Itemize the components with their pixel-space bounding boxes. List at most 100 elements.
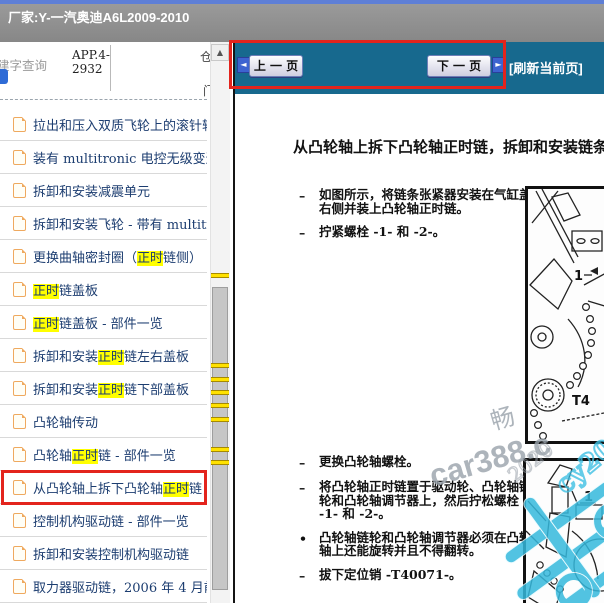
figure-timing-chain-detail: 1 <box>523 458 604 603</box>
sidebar-item[interactable]: 正时链盖板 <box>0 273 207 306</box>
sidebar-item[interactable]: 凸轮轴正时链 - 部件一览 <box>0 438 207 471</box>
refresh-current-page-link[interactable]: [刷新当前页] <box>509 58 583 77</box>
sidebar-item[interactable]: 正时链盖板 - 部件一览 <box>0 306 207 339</box>
search-hit-mark <box>211 447 229 452</box>
sidebar-item[interactable]: 拆卸和安装正时链左右盖板 <box>0 339 207 372</box>
watermark-text: 畅 <box>487 402 519 436</box>
highlighted-keyword: 正时 <box>72 448 99 464</box>
document-icon <box>13 182 26 198</box>
title-bar: 厂家:Y-一汽奥迪A6L2009-2010 <box>0 4 604 42</box>
sidebar-item[interactable]: 拆卸和安装减震单元 <box>0 174 207 207</box>
sidebar-item[interactable]: 拉出和压入双质飞轮上的滚针轴 <box>0 108 207 141</box>
sidebar-item-label: 控制机构驱动链 - 部件一览 <box>33 514 189 530</box>
search-hit-mark <box>211 273 229 278</box>
document-icon <box>13 578 26 594</box>
sidebar-item[interactable]: 更换曲轴密封圈（正时链侧） <box>0 240 207 273</box>
sidebar-item-label: 正时链盖板 <box>33 283 99 299</box>
search-hit-mark <box>211 403 229 408</box>
sidebar-item[interactable]: 控制机构驱动链 - 部件一览 <box>0 504 207 537</box>
sidebar-item-label: 拆卸和安装控制机构驱动链 <box>33 547 190 563</box>
document-icon <box>13 479 26 495</box>
bullet-text: 将凸轮轴正时链置于驱动轮、凸轮轴链轮和凸轮轴调节器上，然后拧松螺栓 -1- 和 … <box>319 479 532 521</box>
figure2-line-art: 1 <box>526 464 604 603</box>
search-hit-mark <box>211 417 229 422</box>
sidebar-item-label: 拆卸和安装飞轮 - 带有 multitroni <box>33 217 207 233</box>
sidebar-item[interactable]: 拆卸和安装控制机构驱动链 <box>0 537 207 570</box>
instruction-bullet: – 如图所示，将链条张紧器安装在气缸盖右侧并装上凸轮轴正时链。 <box>299 188 535 215</box>
document-icon <box>13 512 26 528</box>
figure1-label-tool: T4 <box>572 394 590 409</box>
sidebar-scrollbar-thumb[interactable] <box>212 287 228 590</box>
document-icon <box>13 380 26 396</box>
sidebar-item-label: 正时链盖板 - 部件一览 <box>33 316 163 332</box>
sidebar-item[interactable]: 凸轮轴传动 <box>0 405 207 438</box>
search-hit-mark <box>211 460 229 465</box>
highlighted-keyword: 正时 <box>98 382 125 398</box>
search-hit-mark <box>211 390 229 395</box>
dashed-separator <box>0 99 207 100</box>
figure1-label-1: 1 <box>574 269 583 284</box>
document-icon <box>13 347 26 363</box>
sidebar-item[interactable]: 拆卸和安装正时链下部盖板 <box>0 372 207 405</box>
instruction-list-bottom: – 更换凸轮轴螺栓。 – 将凸轮轴正时链置于驱动轮、凸轮轴链轮和凸轮轴调节器上，然后拧… <box>299 455 535 593</box>
sidebar-item-label: 凸轮轴传动 <box>33 415 99 431</box>
bullet-marker: – <box>299 480 306 495</box>
document-icon <box>13 149 26 165</box>
instruction-bullet: • 凸轮轴链轮和凸轮轴调节器必须在凸轮轴上还能旋转并且不得翻转。 <box>299 529 535 558</box>
document-icon <box>13 116 26 132</box>
figure1-line-art: 1 T4 <box>529 189 604 441</box>
sidebar-item-label: 拉出和压入双质飞轮上的滚针轴 <box>33 118 207 134</box>
sidebar-item-label: 拆卸和安装减震单元 <box>33 184 151 200</box>
bullet-marker: – <box>299 188 306 203</box>
search-hit-mark <box>211 377 229 382</box>
sidebar-item-label: 拆卸和安装正时链左右盖板 <box>33 349 190 365</box>
instruction-bullet: – 拔下定位销 -T40071-。 <box>299 566 535 583</box>
search-hit-mark <box>211 363 229 368</box>
bullet-marker: – <box>299 455 306 470</box>
sidebar-item-label: 更换曲轴密封圈（正时链侧） <box>33 250 203 266</box>
sidebar-item-label: 装有 multitronic 电控无级变速箱 <box>33 151 207 167</box>
highlighted-keyword: 正时 <box>163 481 190 497</box>
highlighted-keyword: 正时 <box>98 349 125 365</box>
highlighted-keyword: 正时 <box>137 250 164 266</box>
panel-divider <box>233 42 235 603</box>
sidebar-item[interactable]: 取力器驱动链，2006 年 4 月前车 <box>0 570 207 603</box>
sidebar-topic-list: 拉出和压入双质飞轮上的滚针轴装有 multitronic 电控无级变速箱拆卸和安… <box>0 108 207 603</box>
sidebar-item[interactable]: 拆卸和安装飞轮 - 带有 multitroni <box>0 207 207 240</box>
app-window: 厂家:Y-一汽奥迪A6L2009-2010 建字查询 APP.4- 2932 仓… <box>0 0 604 603</box>
window-title: 厂家:Y-一汽奥迪A6L2009-2010 <box>8 10 190 25</box>
bullet-text: 拧紧螺栓 -1- 和 -2-。 <box>319 224 446 239</box>
bullet-text: 如图所示，将链条张紧器安装在气缸盖右侧并装上凸轮轴正时链。 <box>319 187 532 216</box>
bullet-text: 拔下定位销 -T40071-。 <box>319 566 462 582</box>
sidebar-item[interactable]: 装有 multitronic 电控无级变速箱 <box>0 141 207 174</box>
next-arrow-icon[interactable]: ► <box>492 57 505 73</box>
bullet-marker: – <box>299 567 306 583</box>
document-icon <box>13 248 26 264</box>
instruction-bullet: – 将凸轮轴正时链置于驱动轮、凸轮轴链轮和凸轮轴调节器上，然后拧松螺栓 -1- 和… <box>299 480 535 521</box>
document-icon <box>13 413 26 429</box>
figure-timing-chain-tensioner: 1 T4 <box>525 186 604 444</box>
sidebar-item[interactable]: 从凸轮轴上拆下凸轮轴正时链， <box>0 470 207 505</box>
document-icon <box>13 215 26 231</box>
document-icon <box>13 446 26 462</box>
bullet-text: 凸轮轴链轮和凸轮轴调节器必须在凸轮轴上还能旋转并且不得翻转。 <box>319 529 532 558</box>
sidebar-item-label: 拆卸和安装正时链下部盖板 <box>33 382 190 398</box>
prev-page-button[interactable]: 上 一 页 <box>249 55 303 77</box>
bullet-text: 更换凸轮轴螺栓。 <box>319 454 420 469</box>
sidebar-item-label: 从凸轮轴上拆下凸轮轴正时链， <box>33 481 207 497</box>
search-icon[interactable] <box>0 69 8 84</box>
instruction-bullet: – 更换凸轮轴螺栓。 <box>299 455 535 470</box>
highlighted-keyword: 正时 <box>33 316 60 332</box>
bullet-marker: • <box>299 530 307 546</box>
sidebar-item-label: 凸轮轴正时链 - 部件一览 <box>33 448 176 464</box>
bullet-marker: – <box>299 225 306 240</box>
next-page-button[interactable]: 下 一 页 <box>427 55 491 77</box>
highlighted-keyword: 正时 <box>33 283 60 299</box>
sidebar-panel: 建字查询 APP.4- 2932 仓 门 拉出和压入双质飞轮上的滚针轴 装有 mu… <box>0 42 215 603</box>
sidebar-item-label: 取力器驱动链，2006 年 4 月前车 <box>33 580 207 596</box>
scroll-up-arrow-icon[interactable]: ▲ <box>211 44 229 61</box>
instruction-bullet: – 拧紧螺栓 -1- 和 -2-。 <box>299 225 535 240</box>
figure2-label-1: 1 <box>584 490 593 505</box>
app-code: APP.4- 2932 <box>72 48 110 76</box>
header-divider <box>110 45 111 91</box>
